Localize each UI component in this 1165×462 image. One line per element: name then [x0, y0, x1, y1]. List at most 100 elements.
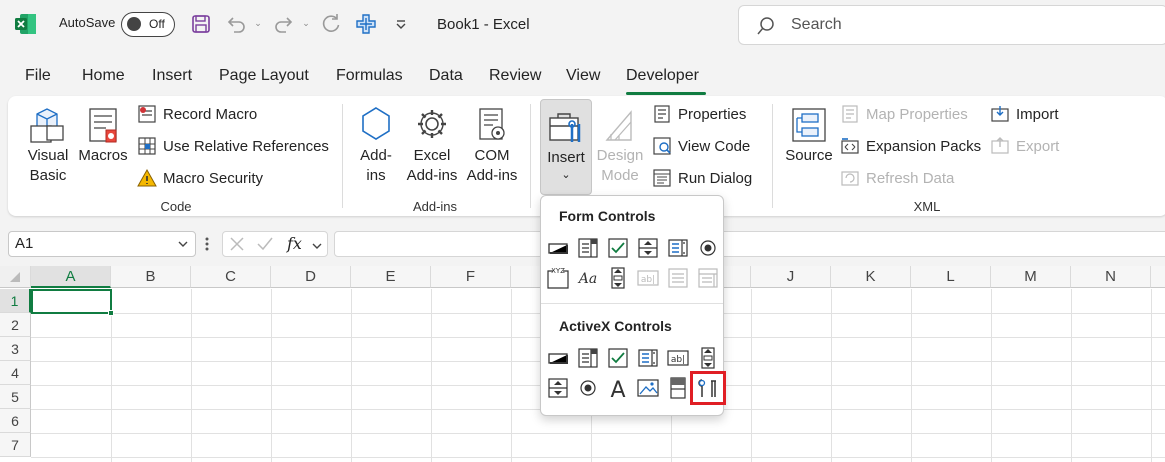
- tab-file[interactable]: File: [25, 67, 51, 85]
- scroll-bar-icon[interactable]: [606, 266, 630, 290]
- column-header[interactable]: B: [111, 266, 191, 288]
- refresh-data-button[interactable]: Refresh Data: [840, 168, 954, 188]
- grid-line: [191, 289, 192, 462]
- chevron-down-icon[interactable]: [311, 239, 323, 257]
- active-tab-indicator: [626, 92, 706, 95]
- redo-icon[interactable]: [273, 13, 295, 35]
- column-header[interactable]: L: [911, 266, 991, 288]
- name-box[interactable]: A1: [8, 231, 196, 257]
- check-box-icon[interactable]: [606, 346, 630, 370]
- toggle-button-icon[interactable]: [666, 376, 690, 400]
- label-icon[interactable]: Aa: [576, 266, 600, 290]
- use-relative-references-label: Use Relative References: [163, 137, 329, 155]
- column-header[interactable]: N: [1071, 266, 1151, 288]
- macro-security-label: Macro Security: [163, 169, 264, 187]
- cancel-icon[interactable]: [229, 236, 245, 257]
- insert-controls-button[interactable]: Insert ⌄: [540, 99, 592, 195]
- refresh-icon[interactable]: [320, 13, 342, 35]
- source-button[interactable]: Source: [784, 104, 834, 166]
- tab-page-layout[interactable]: Page Layout: [219, 67, 309, 85]
- scroll-bar-icon[interactable]: [696, 346, 720, 370]
- group-box-icon[interactable]: XYZ: [546, 266, 570, 290]
- column-header[interactable]: A: [31, 266, 111, 288]
- expansion-packs-button[interactable]: Expansion Packs: [840, 136, 981, 156]
- record-macro-button[interactable]: Record Macro: [137, 104, 257, 124]
- text-field-icon[interactable]: ab|: [636, 266, 660, 290]
- export-button[interactable]: Export: [990, 136, 1059, 156]
- row-header[interactable]: 3: [0, 337, 31, 361]
- row-header[interactable]: 7: [0, 433, 31, 457]
- chevron-down-icon[interactable]: [177, 237, 189, 249]
- use-relative-references-button[interactable]: Use Relative References: [137, 136, 329, 156]
- active-cell[interactable]: [31, 289, 114, 316]
- tab-review[interactable]: Review: [489, 67, 541, 85]
- save-icon[interactable]: [190, 13, 212, 35]
- tab-developer[interactable]: Developer: [626, 67, 699, 85]
- visual-basic-button[interactable]: Visual Basic: [24, 104, 72, 186]
- button-icon[interactable]: [546, 236, 570, 260]
- map-properties-button[interactable]: Map Properties: [840, 104, 968, 124]
- enter-icon[interactable]: [256, 236, 274, 257]
- column-header-partial[interactable]: [1151, 266, 1165, 288]
- column-header[interactable]: K: [831, 266, 911, 288]
- option-button-icon[interactable]: [576, 376, 600, 400]
- image-icon[interactable]: [636, 376, 660, 400]
- tab-view[interactable]: View: [566, 67, 600, 85]
- column-header[interactable]: F: [431, 266, 511, 288]
- row-header[interactable]: 4: [0, 361, 31, 385]
- view-code-button[interactable]: View Code: [652, 136, 750, 156]
- com-add-ins-label-1: COM: [474, 147, 510, 164]
- map-properties-label: Map Properties: [866, 105, 968, 123]
- redo-dropdown-icon[interactable]: ⌄: [301, 16, 311, 30]
- properties-button[interactable]: Properties: [652, 104, 746, 124]
- option-button-icon[interactable]: [696, 236, 720, 260]
- combo-box-icon[interactable]: [576, 346, 600, 370]
- tab-formulas[interactable]: Formulas: [336, 67, 403, 85]
- macros-button[interactable]: Macros: [78, 104, 128, 166]
- expansion-packs-icon: [840, 136, 860, 156]
- add-ins-label-2: ins: [366, 167, 386, 184]
- row-header[interactable]: 1: [0, 289, 31, 313]
- check-box-icon[interactable]: [606, 236, 630, 260]
- command-button-icon[interactable]: [546, 346, 570, 370]
- column-header[interactable]: E: [351, 266, 431, 288]
- formula-input[interactable]: [334, 231, 1165, 257]
- autosave-toggle[interactable]: Off: [121, 12, 175, 37]
- list-box-icon[interactable]: [666, 236, 690, 260]
- row-header[interactable]: 6: [0, 409, 31, 433]
- column-header[interactable]: J: [751, 266, 831, 288]
- undo-dropdown-icon[interactable]: ⌄: [253, 16, 263, 30]
- combo-list-edit-icon[interactable]: [666, 266, 690, 290]
- design-mode-button[interactable]: Design Mode: [594, 104, 646, 186]
- combo-box-icon[interactable]: [576, 236, 600, 260]
- com-add-ins-button[interactable]: COM Add-ins: [464, 104, 520, 186]
- more-options-icon[interactable]: [205, 236, 209, 252]
- column-header[interactable]: D: [271, 266, 351, 288]
- plus-grid-icon[interactable]: [355, 13, 377, 35]
- run-dialog-button[interactable]: Run Dialog: [652, 168, 752, 188]
- import-button[interactable]: Import: [990, 104, 1059, 124]
- spin-button-icon[interactable]: [636, 236, 660, 260]
- tab-insert[interactable]: Insert: [152, 67, 192, 85]
- combo-drop-down-edit-icon[interactable]: [696, 266, 720, 290]
- column-header[interactable]: M: [991, 266, 1071, 288]
- fill-handle[interactable]: [108, 310, 114, 316]
- tab-home[interactable]: Home: [82, 67, 125, 85]
- excel-add-ins-button[interactable]: Excel Add-ins: [404, 104, 460, 186]
- macro-security-button[interactable]: Macro Security: [137, 168, 263, 188]
- select-all-corner[interactable]: [0, 266, 31, 288]
- text-box-icon[interactable]: ab|: [666, 346, 690, 370]
- spin-button-icon[interactable]: [546, 376, 570, 400]
- tab-data[interactable]: Data: [429, 67, 463, 85]
- undo-icon[interactable]: [225, 13, 247, 35]
- column-header[interactable]: C: [191, 266, 271, 288]
- more-controls-icon[interactable]: [690, 371, 726, 405]
- customize-toolbar-icon[interactable]: [390, 13, 412, 35]
- row-header[interactable]: 2: [0, 313, 31, 337]
- insert-function-icon[interactable]: fx: [287, 234, 302, 253]
- list-box-icon[interactable]: [636, 346, 660, 370]
- add-ins-button[interactable]: Add- ins: [354, 104, 398, 186]
- row-header[interactable]: 5: [0, 385, 31, 409]
- search-box[interactable]: Search: [738, 5, 1165, 45]
- label-icon[interactable]: A: [606, 376, 630, 400]
